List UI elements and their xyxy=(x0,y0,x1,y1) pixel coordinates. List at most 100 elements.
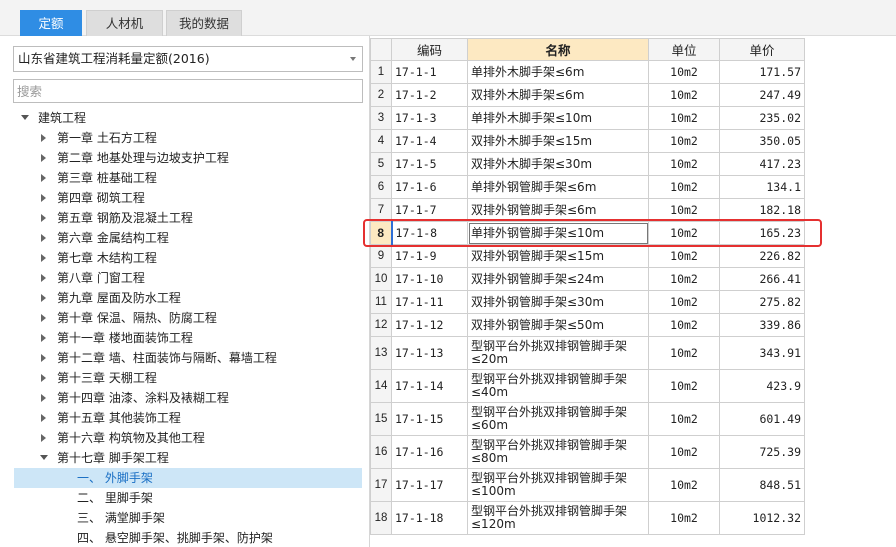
tab-labor-material-machine[interactable]: 人材机 xyxy=(86,10,163,36)
expand-arrow-right-icon[interactable] xyxy=(38,128,50,148)
tree-chapter[interactable]: 第七章 木结构工程 xyxy=(0,248,369,268)
tree-chapter[interactable]: 第十三章 天棚工程 xyxy=(0,368,369,388)
price-cell[interactable]: 343.91 xyxy=(719,336,805,370)
unit-cell[interactable]: 10m2 xyxy=(648,83,720,107)
code-cell[interactable]: 17-1-9 xyxy=(391,244,468,268)
tab-my-data[interactable]: 我的数据 xyxy=(166,10,242,36)
expand-arrow-right-icon[interactable] xyxy=(38,308,50,328)
price-cell[interactable]: 417.23 xyxy=(719,152,805,176)
price-cell[interactable]: 275.82 xyxy=(719,290,805,314)
table-row[interactable]: 13 17-1-13 型钢平台外挑双排钢管脚手架≤20m 10m2 343.91 xyxy=(370,336,805,370)
tree-chapter[interactable]: 第三章 桩基础工程 xyxy=(0,168,369,188)
table-row[interactable]: 4 17-1-4 双排外木脚手架≤15m 10m2 350.05 xyxy=(370,129,805,153)
unit-cell[interactable]: 10m2 xyxy=(648,290,720,314)
code-cell[interactable]: 17-1-12 xyxy=(391,313,468,337)
name-cell[interactable]: 单排外木脚手架≤10m xyxy=(467,106,649,130)
row-number-cell[interactable]: 2 xyxy=(370,83,392,107)
code-cell[interactable]: 17-1-8 xyxy=(390,221,468,245)
tree-chapter[interactable]: 第十六章 构筑物及其他工程 xyxy=(0,428,369,448)
code-cell[interactable]: 17-1-17 xyxy=(391,468,468,502)
tree-section[interactable]: 四、 悬空脚手架、挑脚手架、防护架 xyxy=(0,528,369,547)
row-number-cell[interactable]: 6 xyxy=(370,175,392,199)
expand-arrow-right-icon[interactable] xyxy=(38,228,50,248)
price-cell[interactable]: 182.18 xyxy=(719,198,805,222)
tree-chapter[interactable]: 第六章 金属结构工程 xyxy=(0,228,369,248)
code-cell[interactable]: 17-1-2 xyxy=(391,83,468,107)
price-cell[interactable]: 266.41 xyxy=(719,267,805,291)
code-cell[interactable]: 17-1-15 xyxy=(391,402,468,436)
unit-cell[interactable]: 10m2 xyxy=(648,175,720,199)
expand-arrow-down-icon[interactable] xyxy=(19,108,31,128)
row-number-cell[interactable]: 18 xyxy=(370,501,392,535)
unit-cell[interactable]: 10m2 xyxy=(648,221,720,245)
price-cell[interactable]: 725.39 xyxy=(719,435,805,469)
tree-chapter[interactable]: 第十一章 楼地面装饰工程 xyxy=(0,328,369,348)
expand-arrow-right-icon[interactable] xyxy=(38,288,50,308)
price-cell[interactable]: 226.82 xyxy=(719,244,805,268)
code-cell[interactable]: 17-1-3 xyxy=(391,106,468,130)
row-number-cell[interactable]: 15 xyxy=(370,402,392,436)
table-row[interactable]: 7 17-1-7 双排外钢管脚手架≤6m 10m2 182.18 xyxy=(370,198,805,222)
price-column-header[interactable]: 单价 xyxy=(719,38,805,61)
expand-arrow-right-icon[interactable] xyxy=(38,148,50,168)
unit-cell[interactable]: 10m2 xyxy=(648,336,720,370)
expand-arrow-right-icon[interactable] xyxy=(38,388,50,408)
code-column-header[interactable]: 编码 xyxy=(391,38,468,61)
table-row[interactable]: 17 17-1-17 型钢平台外挑双排钢管脚手架≤100m 10m2 848.51 xyxy=(370,468,805,502)
expand-arrow-right-icon[interactable] xyxy=(38,208,50,228)
expand-arrow-right-icon[interactable] xyxy=(38,248,50,268)
unit-cell[interactable]: 10m2 xyxy=(648,267,720,291)
tree-chapter[interactable]: 第五章 钢筋及混凝土工程 xyxy=(0,208,369,228)
expand-arrow-right-icon[interactable] xyxy=(38,348,50,368)
unit-cell[interactable]: 10m2 xyxy=(648,198,720,222)
price-cell[interactable]: 165.23 xyxy=(719,221,805,245)
search-input[interactable] xyxy=(13,79,363,103)
table-row[interactable]: 18 17-1-18 型钢平台外挑双排钢管脚手架≤120m 10m2 1012.32 xyxy=(370,501,805,535)
name-cell[interactable]: 双排外木脚手架≤30m xyxy=(467,152,649,176)
code-cell[interactable]: 17-1-6 xyxy=(391,175,468,199)
tree-chapter[interactable]: 第十章 保温、隔热、防腐工程 xyxy=(0,308,369,328)
code-cell[interactable]: 17-1-4 xyxy=(391,129,468,153)
table-row[interactable]: 6 17-1-6 单排外钢管脚手架≤6m 10m2 134.1 xyxy=(370,175,805,199)
table-row[interactable]: 12 17-1-12 双排外钢管脚手架≤50m 10m2 339.86 xyxy=(370,313,805,337)
unit-cell[interactable]: 10m2 xyxy=(648,313,720,337)
row-number-cell[interactable]: 1 xyxy=(370,60,392,84)
tree-chapter[interactable]: 第十七章 脚手架工程 xyxy=(0,448,369,468)
tree-section[interactable]: 一、 外脚手架 xyxy=(14,468,362,488)
table-row[interactable]: 11 17-1-11 双排外钢管脚手架≤30m 10m2 275.82 xyxy=(370,290,805,314)
price-cell[interactable]: 848.51 xyxy=(719,468,805,502)
price-cell[interactable]: 247.49 xyxy=(719,83,805,107)
name-cell[interactable]: 型钢平台外挑双排钢管脚手架≤60m xyxy=(467,402,649,436)
price-cell[interactable]: 423.9 xyxy=(719,369,805,403)
table-row[interactable]: 10 17-1-10 双排外钢管脚手架≤24m 10m2 266.41 xyxy=(370,267,805,291)
name-cell[interactable]: 单排外钢管脚手架≤6m xyxy=(467,175,649,199)
unit-cell[interactable]: 10m2 xyxy=(648,435,720,469)
unit-column-header[interactable]: 单位 xyxy=(648,38,720,61)
name-cell[interactable]: 双排外钢管脚手架≤15m xyxy=(467,244,649,268)
expand-arrow-right-icon[interactable] xyxy=(38,408,50,428)
code-cell[interactable]: 17-1-5 xyxy=(391,152,468,176)
tree-root[interactable]: 建筑工程 xyxy=(0,108,369,128)
unit-cell[interactable]: 10m2 xyxy=(648,369,720,403)
table-row[interactable]: 2 17-1-2 双排外木脚手架≤6m 10m2 247.49 xyxy=(370,83,805,107)
name-cell[interactable]: 型钢平台外挑双排钢管脚手架≤80m xyxy=(467,435,649,469)
expand-arrow-right-icon[interactable] xyxy=(38,428,50,448)
name-cell[interactable]: 单排外木脚手架≤6m xyxy=(467,60,649,84)
table-row[interactable]: 16 17-1-16 型钢平台外挑双排钢管脚手架≤80m 10m2 725.39 xyxy=(370,435,805,469)
code-cell[interactable]: 17-1-1 xyxy=(391,60,468,84)
table-row[interactable]: 1 17-1-1 单排外木脚手架≤6m 10m2 171.57 xyxy=(370,60,805,84)
code-cell[interactable]: 17-1-13 xyxy=(391,336,468,370)
row-number-cell[interactable]: 8 xyxy=(370,221,392,245)
row-number-cell[interactable]: 14 xyxy=(370,369,392,403)
price-cell[interactable]: 601.49 xyxy=(719,402,805,436)
name-cell[interactable]: 双排外钢管脚手架≤6m xyxy=(467,198,649,222)
unit-cell[interactable]: 10m2 xyxy=(648,402,720,436)
row-number-cell[interactable]: 7 xyxy=(370,198,392,222)
price-cell[interactable]: 1012.32 xyxy=(719,501,805,535)
row-number-cell[interactable]: 11 xyxy=(370,290,392,314)
row-number-cell[interactable]: 5 xyxy=(370,152,392,176)
expand-arrow-right-icon[interactable] xyxy=(38,268,50,288)
unit-cell[interactable]: 10m2 xyxy=(648,244,720,268)
tree-section[interactable]: 二、 里脚手架 xyxy=(0,488,369,508)
name-column-header[interactable]: 名称 xyxy=(467,38,649,61)
